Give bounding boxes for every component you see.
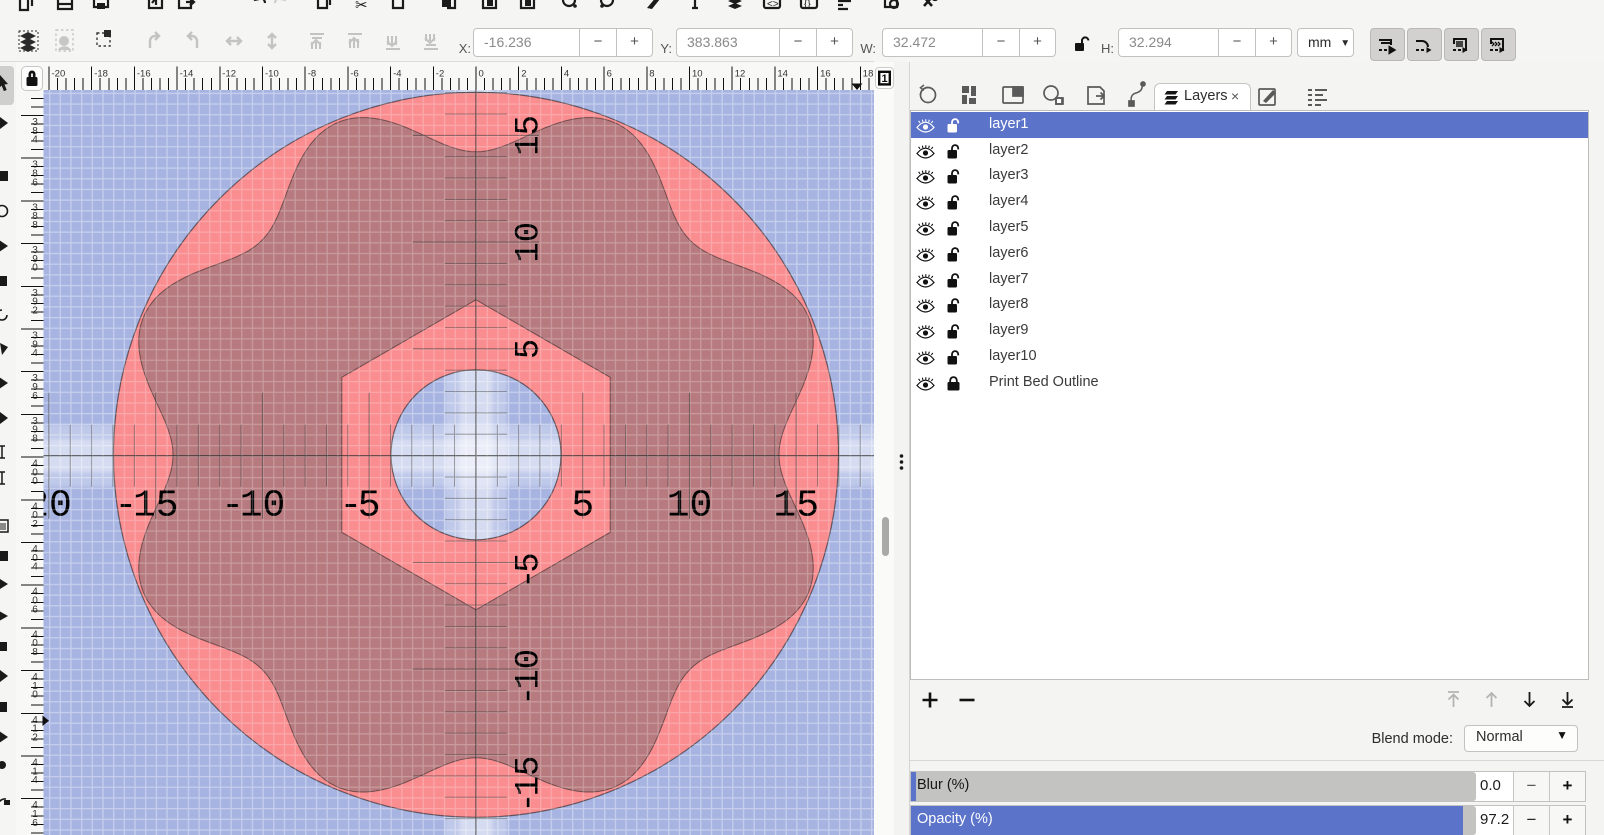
svg-text:-20: -20 <box>52 69 66 80</box>
svg-text:-16: -16 <box>137 69 151 80</box>
svg-text:<>: <> <box>767 0 779 10</box>
svg-text:-2: -2 <box>436 69 444 80</box>
svg-text:16: 16 <box>820 69 831 80</box>
svg-text:1: 1 <box>881 73 887 85</box>
svg-text:-10: -10 <box>265 69 279 80</box>
svg-text:0: 0 <box>479 69 484 80</box>
svg-text:✂: ✂ <box>355 0 368 14</box>
svg-text:18: 18 <box>863 69 874 80</box>
svg-text:-18: -18 <box>94 69 108 80</box>
svg-text:8: 8 <box>649 69 654 80</box>
svg-text:-4: -4 <box>393 69 401 80</box>
svg-text:-6: -6 <box>350 69 358 80</box>
svg-text:10: 10 <box>692 69 703 80</box>
svg-text:2: 2 <box>521 69 526 80</box>
svg-text:-14: -14 <box>180 69 194 80</box>
svg-text:12: 12 <box>735 69 746 80</box>
svg-text:{}: {} <box>804 0 811 10</box>
svg-text:6: 6 <box>607 69 612 80</box>
svg-text:4: 4 <box>564 69 569 80</box>
svg-text:14: 14 <box>777 69 788 80</box>
svg-text:-8: -8 <box>308 69 316 80</box>
svg-text:-12: -12 <box>222 69 236 80</box>
